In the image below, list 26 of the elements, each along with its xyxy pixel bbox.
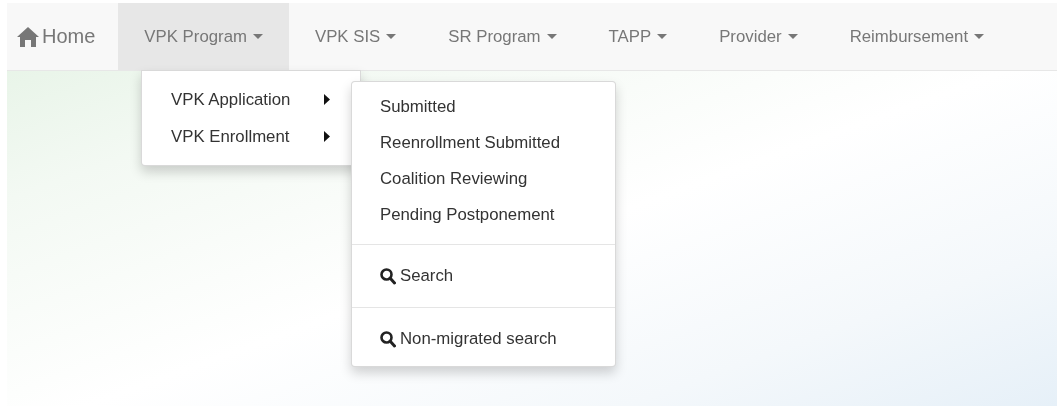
search-menu-item[interactable]: Search: [352, 256, 615, 296]
caret-icon: [657, 33, 668, 40]
search-icon: [380, 267, 396, 285]
menu-item[interactable]: Pending Postponement: [352, 197, 615, 233]
caret-icon: [974, 33, 985, 40]
nav-item[interactable]: Provider: [693, 3, 824, 70]
search-icon: [380, 330, 396, 348]
nav-item[interactable]: SR Program: [422, 3, 583, 70]
menu-item[interactable]: VPK Application: [142, 81, 348, 118]
menu-item[interactable]: Coalition Reviewing: [352, 161, 615, 197]
nav-item[interactable]: VPK Program: [118, 3, 289, 70]
menu-item[interactable]: VPK Enrollment: [142, 118, 348, 155]
nav-item[interactable]: TAPP: [582, 3, 694, 70]
caret-icon: [324, 131, 330, 142]
menu-item[interactable]: Submitted: [352, 89, 615, 125]
nav-item[interactable]: VPK SIS: [288, 3, 423, 70]
home-icon: [17, 26, 39, 47]
home-link[interactable]: Home: [7, 3, 119, 70]
menu-item[interactable]: Reenrollment Submitted: [352, 125, 615, 161]
search-menu-item[interactable]: Non-migrated search: [352, 319, 615, 359]
nav-item[interactable]: Reimbursement: [823, 3, 1011, 70]
caret-icon: [252, 33, 263, 40]
caret-icon: [324, 94, 330, 105]
caret-icon: [386, 33, 397, 40]
caret-icon: [546, 33, 557, 40]
caret-icon: [787, 33, 798, 40]
